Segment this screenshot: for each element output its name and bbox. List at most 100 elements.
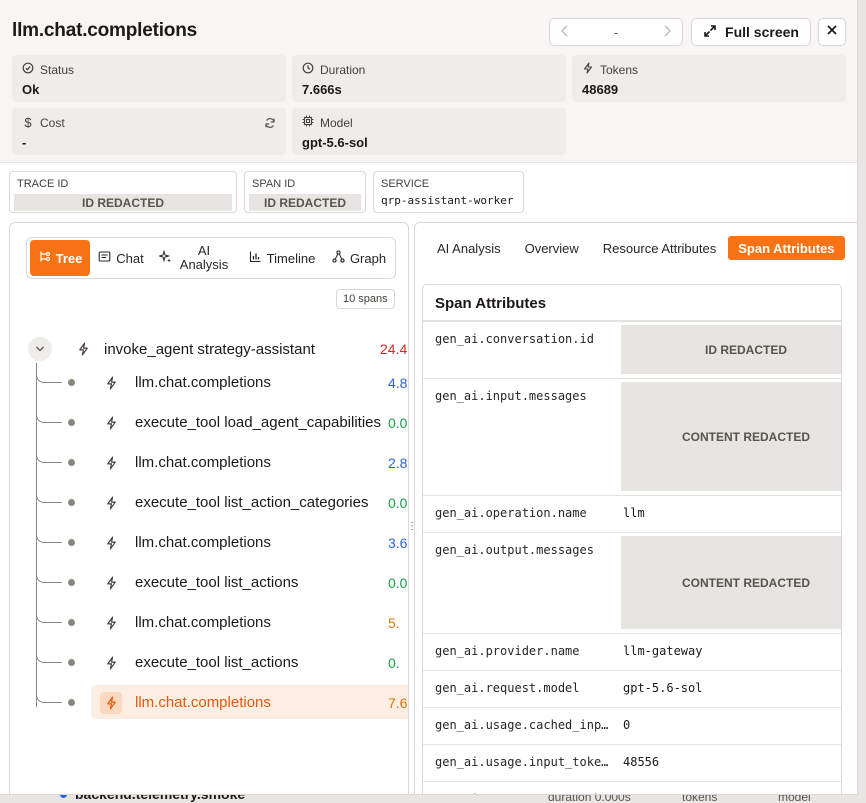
- tree-row[interactable]: llm.chat.completions 3.6: [36, 523, 408, 563]
- panel-header: llm.chat.completions - Full screen Statu…: [0, 0, 857, 163]
- tokens-value: 48689: [582, 82, 619, 97]
- tree-root-row[interactable]: invoke_agent strategy-assistant 24.4: [28, 337, 408, 361]
- bolt-icon: [100, 492, 122, 514]
- tree-node-dot: [68, 499, 75, 506]
- duration-label: Duration: [320, 62, 366, 77]
- tab-timeline[interactable]: Timeline: [240, 240, 324, 276]
- attribute-value[interactable]: 0: [623, 718, 630, 732]
- attribute-row: gen_ai.conversation.id ID REDACTED: [423, 321, 841, 378]
- tab-span-attributes[interactable]: Span Attributes: [728, 236, 845, 260]
- span-name: llm.chat.completions: [135, 614, 271, 631]
- spans-count-badge: 10 spans: [336, 289, 395, 309]
- tree-connector: [36, 563, 62, 583]
- refresh-icon[interactable]: [264, 116, 276, 134]
- span-name: execute_tool list_actions: [135, 654, 299, 671]
- tab-resource-attributes[interactable]: Resource Attributes: [593, 236, 726, 260]
- tab-tree[interactable]: Tree: [30, 240, 90, 276]
- attribute-value[interactable]: 48556: [623, 755, 659, 769]
- bolt-icon: [582, 62, 594, 77]
- cost-stat: $ Cost -: [12, 108, 286, 155]
- span-id-box: SPAN ID ID REDACTED: [244, 171, 366, 213]
- tree-row[interactable]: llm.chat.completions 5.: [36, 603, 408, 643]
- bolt-icon: [100, 612, 122, 634]
- span-name: llm.chat.completions: [135, 454, 271, 471]
- model-label: Model: [320, 115, 353, 130]
- span-tree-pane: Tree Chat AI Analysis Timeline Graph 10 …: [9, 222, 409, 794]
- chat-icon: [98, 250, 111, 266]
- bolt-icon: [100, 452, 122, 474]
- tree-row[interactable]: execute_tool list_actions 0.: [36, 643, 408, 683]
- trace-id-label: TRACE ID: [17, 178, 69, 190]
- span-name: execute_tool list_actions: [135, 574, 299, 591]
- tree-row[interactable]: execute_tool list_action_categories 0.0: [36, 483, 408, 523]
- expand-icon: [703, 24, 717, 41]
- full-screen-button[interactable]: Full screen: [691, 18, 811, 46]
- span-duration: 5.: [388, 615, 400, 631]
- span-attributes-card: Span Attributes gen_ai.conversation.id ID…: [422, 284, 842, 794]
- tree-row[interactable]: execute_tool load_agent_capabilities 0.0: [36, 403, 408, 443]
- tree-row[interactable]: execute_tool list_actions 0.0: [36, 563, 408, 603]
- attribute-key: gen_ai.provider.name: [435, 644, 580, 658]
- span-name: execute_tool list_action_categories: [135, 494, 369, 511]
- bar-chart-icon: [249, 250, 262, 266]
- service-value[interactable]: qrp-assistant-worker: [378, 194, 519, 207]
- tree-row[interactable]: llm.chat.completions 7.6: [36, 683, 408, 723]
- redacted-value[interactable]: CONTENT REDACTED: [621, 536, 841, 629]
- duration-value: 7.666s: [302, 82, 342, 97]
- span-attributes-title: Span Attributes: [423, 285, 841, 321]
- tab-chat[interactable]: Chat: [92, 240, 150, 276]
- tab-graph[interactable]: Graph: [326, 240, 392, 276]
- tab-timeline-label: Timeline: [266, 250, 316, 266]
- tab-chat-label: Chat: [116, 250, 144, 266]
- chevron-right-icon[interactable]: [662, 24, 672, 40]
- tree-connector: [36, 483, 62, 503]
- tree-node-dot: [68, 699, 75, 706]
- service-box: SERVICE qrp-assistant-worker: [373, 171, 524, 213]
- chevron-left-icon[interactable]: [560, 24, 570, 40]
- attribute-key: gen_ai.operation.name: [435, 506, 587, 520]
- full-screen-label: Full screen: [725, 24, 799, 40]
- span-name: llm.chat.completions: [135, 374, 271, 391]
- view-tabs: Tree Chat AI Analysis Timeline Graph: [26, 237, 396, 279]
- redacted-value[interactable]: ID REDACTED: [621, 325, 841, 374]
- trace-id-value[interactable]: ID REDACTED: [14, 194, 232, 211]
- attribute-value[interactable]: 133: [623, 792, 645, 794]
- tree-node-dot: [68, 459, 75, 466]
- attribute-value[interactable]: llm-gateway: [623, 644, 702, 658]
- span-name: llm.chat.completions: [135, 534, 271, 551]
- attribute-key: gen_ai.usage.cached_inp…: [435, 718, 609, 732]
- attribute-value[interactable]: gpt-5.6-sol: [623, 681, 702, 695]
- model-value: gpt-5.6-sol: [302, 135, 368, 150]
- trace-id-box: TRACE ID ID REDACTED: [9, 171, 237, 213]
- redacted-value[interactable]: CONTENT REDACTED: [621, 382, 841, 491]
- span-duration: 0.0: [388, 575, 408, 591]
- span-duration: 4.8: [388, 375, 408, 391]
- span-navigator: -: [549, 18, 683, 46]
- tree-node-dot: [68, 619, 75, 626]
- attribute-key: gen_ai.usage.input_toke…: [435, 755, 609, 769]
- attribute-value[interactable]: llm: [623, 506, 645, 520]
- span-duration: 7.6: [388, 695, 408, 711]
- tab-overview[interactable]: Overview: [515, 236, 589, 260]
- status-stat: Status Ok: [12, 55, 286, 102]
- tree-node-dot: [68, 579, 75, 586]
- close-button[interactable]: [818, 18, 846, 46]
- tree-row[interactable]: llm.chat.completions 2.8: [36, 443, 408, 483]
- span-duration: 0.0: [388, 415, 408, 431]
- span-position: -: [613, 24, 619, 40]
- tree-connector: [36, 603, 62, 623]
- span-duration: 2.8: [388, 455, 408, 471]
- chevron-down-icon[interactable]: [28, 337, 52, 361]
- tab-graph-label: Graph: [349, 250, 387, 266]
- service-label: SERVICE: [381, 178, 430, 190]
- bolt-icon: [100, 692, 122, 714]
- tab-ai-analysis-detail[interactable]: AI Analysis: [427, 236, 511, 260]
- tree-node-dot: [68, 379, 75, 386]
- attribute-row: gen_ai.usage.output_tok… 133: [423, 781, 841, 794]
- attribute-key: gen_ai.conversation.id: [435, 332, 594, 346]
- tab-ai-analysis[interactable]: AI Analysis: [152, 240, 238, 276]
- chip-icon: [302, 115, 314, 130]
- span-id-value[interactable]: ID REDACTED: [249, 194, 361, 211]
- tree-row[interactable]: llm.chat.completions 4.8: [36, 363, 408, 403]
- tree-node-dot: [68, 539, 75, 546]
